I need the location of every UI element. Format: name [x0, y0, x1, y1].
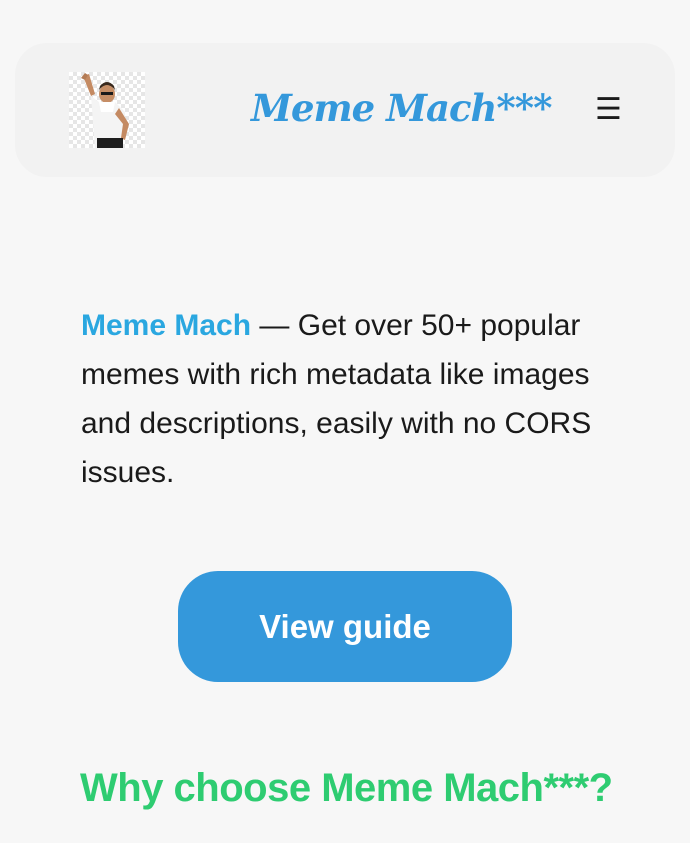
- page: Meme Mach*** ☰ Meme Mach — Get over 50+ …: [0, 0, 690, 843]
- meme-person-icon: [81, 73, 129, 148]
- intro-paragraph: Meme Mach — Get over 50+ popular memes w…: [81, 301, 621, 497]
- brand-title[interactable]: Meme Mach***: [251, 81, 552, 135]
- why-choose-heading: Why choose Meme Mach***?: [80, 766, 613, 810]
- hamburger-menu-icon[interactable]: ☰: [595, 95, 622, 125]
- view-guide-button[interactable]: View guide: [178, 571, 512, 682]
- site-header: Meme Mach*** ☰: [15, 43, 675, 177]
- site-logo[interactable]: [69, 72, 145, 148]
- intro-highlight: Meme Mach: [81, 309, 252, 342]
